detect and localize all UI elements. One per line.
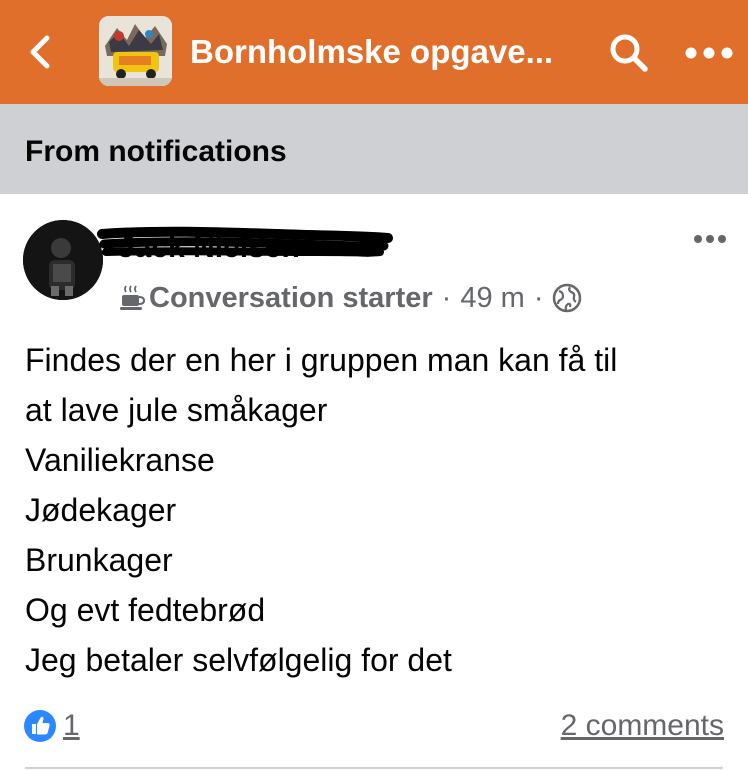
post-body: Findes der en her i gruppen man kan få t… — [25, 335, 725, 685]
reactions-summary[interactable]: 1 — [23, 706, 80, 746]
back-button[interactable] — [18, 30, 62, 74]
redaction-scribble — [97, 226, 393, 257]
more-horizontal-icon — [694, 235, 726, 243]
group-avatar[interactable] — [99, 16, 172, 86]
like-icon — [24, 710, 56, 742]
globe-icon — [553, 283, 582, 313]
group-cover-image — [99, 16, 172, 86]
post-body-line: Jødekager — [25, 492, 177, 528]
more-options-button[interactable] — [680, 28, 738, 78]
comments-link[interactable]: 2 comments — [561, 706, 724, 746]
like-count[interactable]: 1 — [63, 709, 80, 743]
coffee-cup-icon — [120, 285, 145, 310]
post-body-line: Brunkager — [25, 542, 173, 578]
badge-label: Conversation starter — [149, 281, 433, 314]
post-options-button[interactable] — [690, 224, 730, 254]
notification-source-label: From notifications — [25, 135, 287, 168]
post-body-line: at lave jule småkager — [25, 392, 328, 428]
group-title[interactable]: Bornholmske opgave... — [190, 30, 553, 74]
divider — [25, 767, 723, 769]
post-time[interactable]: 49 m — [460, 282, 524, 315]
author-photo — [23, 220, 103, 300]
separator-dot: · — [441, 281, 452, 314]
post-body-line: Og evt fedtebrød — [25, 592, 266, 628]
chevron-left-icon — [30, 35, 50, 69]
more-horizontal-icon — [685, 47, 733, 59]
post-body-line: Findes der en her i gruppen man kan få t… — [25, 342, 618, 378]
post-body-line: Jeg betaler selvfølgelig for det — [25, 642, 452, 678]
post-body-line: Vaniliekranse — [25, 442, 215, 478]
post-meta: Conversation starter · 49 m · — [119, 278, 582, 318]
search-icon — [610, 34, 648, 72]
author-avatar[interactable] — [23, 220, 103, 300]
separator-dot: · — [533, 281, 544, 314]
app-header: Bornholmske opgave... — [0, 0, 748, 104]
search-button[interactable] — [604, 28, 654, 78]
